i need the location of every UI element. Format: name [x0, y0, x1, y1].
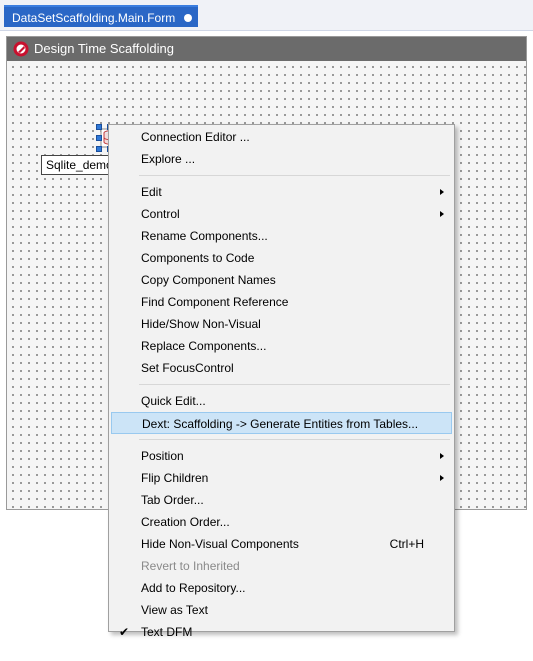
delphi-app-icon	[13, 41, 29, 57]
context-menu: Connection Editor ... Explore ... Edit Cont…	[108, 124, 455, 639]
menu-item-label: Flip Children	[141, 471, 209, 485]
menu-item[interactable]: Explore ...	[111, 148, 452, 170]
menu-item-label: Edit	[141, 185, 162, 199]
menu-item-label: Dext: Scaffolding -> Generate Entities f…	[142, 417, 419, 431]
menu-item-label: Quick Edit...	[141, 394, 206, 408]
menu-item-label: Components to Code	[141, 251, 255, 265]
modified-dot-icon	[184, 14, 192, 22]
menu-item[interactable]: Flip Children	[111, 467, 452, 489]
menu-item-label: Find Component Reference	[141, 295, 289, 309]
menu-item-label: Rename Components...	[141, 229, 268, 243]
menu-item-label: Connection Editor ...	[141, 130, 250, 144]
menu-item-label: Add to Repository...	[141, 581, 246, 595]
menu-item[interactable]: Tab Order...	[111, 489, 452, 511]
menu-item-label: Hide Non-Visual Components	[141, 537, 299, 551]
submenu-arrow-icon	[440, 475, 444, 481]
menu-item[interactable]: Control	[111, 203, 452, 225]
menu-item[interactable]: Creation Order...	[111, 511, 452, 533]
submenu-arrow-icon	[440, 453, 444, 459]
menu-item: Revert to Inherited	[111, 555, 452, 577]
menu-separator	[139, 384, 450, 385]
menu-item[interactable]: Connection Editor ...	[111, 126, 452, 148]
menu-item[interactable]: Copy Component Names	[111, 269, 452, 291]
menu-item[interactable]: Find Component Reference	[111, 291, 452, 313]
menu-item-shortcut: Ctrl+H	[389, 537, 424, 551]
tab-title: DataSetScaffolding.Main.Form	[12, 11, 176, 25]
menu-item-label: Replace Components...	[141, 339, 267, 353]
menu-item-label: Set FocusControl	[141, 361, 234, 375]
submenu-arrow-icon	[440, 211, 444, 217]
menu-item[interactable]: Hide/Show Non-Visual	[111, 313, 452, 335]
selection-handle[interactable]	[96, 135, 102, 141]
check-icon: ✔	[119, 625, 130, 639]
submenu-arrow-icon	[440, 189, 444, 195]
menu-item-label: Explore ...	[141, 152, 196, 166]
tab-form-document[interactable]: DataSetScaffolding.Main.Form	[4, 5, 198, 27]
selection-handle[interactable]	[96, 124, 102, 130]
form-title-bar: Design Time Scaffolding	[7, 37, 526, 61]
menu-item-label: View as Text	[141, 603, 208, 617]
menu-item[interactable]: Edit	[111, 181, 452, 203]
menu-item-label: Creation Order...	[141, 515, 230, 529]
menu-item[interactable]: Set FocusControl	[111, 357, 452, 379]
menu-item[interactable]: ✔ Text DFM	[111, 621, 452, 643]
menu-item[interactable]: Add to Repository...	[111, 577, 452, 599]
menu-item-label: Revert to Inherited	[141, 559, 240, 573]
menu-item[interactable]: View as Text	[111, 599, 452, 621]
menu-item[interactable]: Replace Components...	[111, 335, 452, 357]
editor-tab-bar: DataSetScaffolding.Main.Form	[0, 0, 533, 31]
selection-handle[interactable]	[96, 146, 102, 152]
form-title: Design Time Scaffolding	[34, 41, 174, 56]
menu-separator	[139, 439, 450, 440]
menu-item-label: Text DFM	[141, 625, 193, 639]
menu-item[interactable]: Rename Components...	[111, 225, 452, 247]
menu-item[interactable]: Quick Edit...	[111, 390, 452, 412]
menu-item-label: Control	[141, 207, 180, 221]
menu-item[interactable]: Components to Code	[111, 247, 452, 269]
menu-separator	[139, 175, 450, 176]
menu-item-label: Tab Order...	[141, 493, 204, 507]
menu-item[interactable]: Dext: Scaffolding -> Generate Entities f…	[111, 412, 452, 434]
menu-item-label: Copy Component Names	[141, 273, 276, 287]
menu-item[interactable]: Hide Non-Visual Components Ctrl+H	[111, 533, 452, 555]
menu-item-label: Position	[141, 449, 184, 463]
menu-item-label: Hide/Show Non-Visual	[141, 317, 261, 331]
menu-item[interactable]: Position	[111, 445, 452, 467]
